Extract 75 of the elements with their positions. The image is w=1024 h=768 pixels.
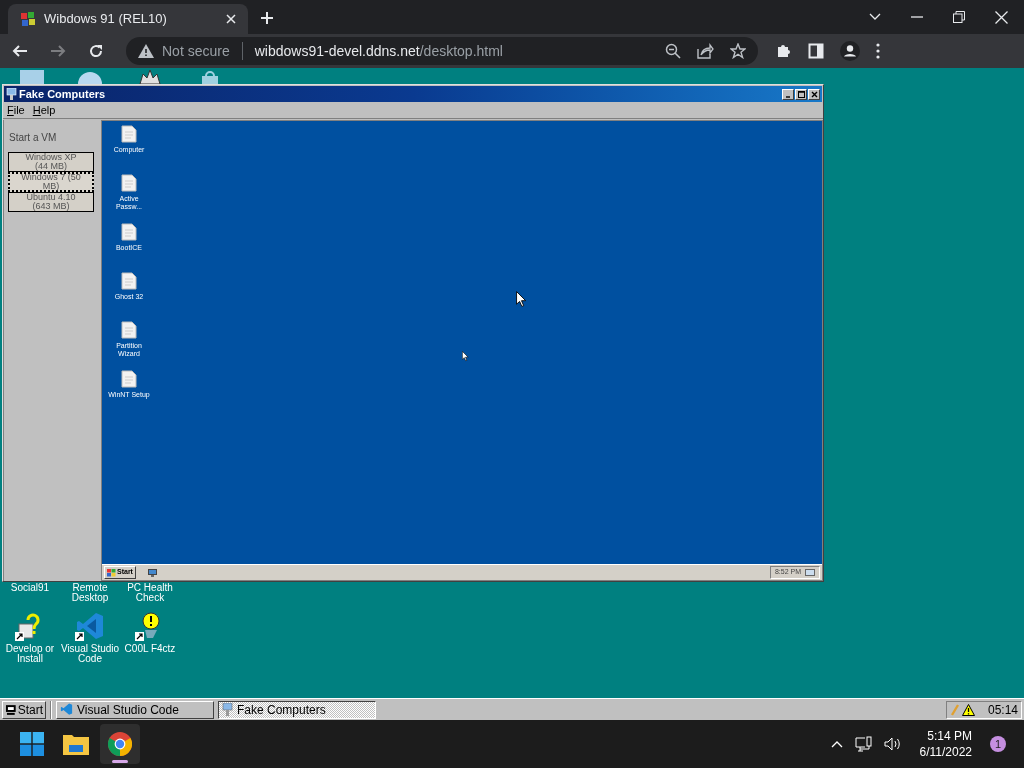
- icon-label[interactable]: Remote Desktop: [60, 583, 120, 603]
- puzzle-icon[interactable]: [776, 43, 792, 59]
- browser-icon: [108, 732, 132, 756]
- security-label: Not secure: [162, 41, 230, 61]
- clock-text: 05:14: [987, 701, 1018, 719]
- mouse-pointer-icon: [516, 291, 527, 308]
- vm-button[interactable]: Ubuntu 4.10 (643 MB): [8, 192, 94, 212]
- close-button[interactable]: [808, 88, 820, 100]
- computer-icon: [222, 703, 233, 716]
- maximize-button[interactable]: [795, 88, 807, 100]
- restore-icon[interactable]: [953, 11, 965, 23]
- menu-item[interactable]: File: [7, 101, 25, 119]
- profile-icon[interactable]: [840, 41, 860, 61]
- side-panel-icon[interactable]: [808, 43, 824, 59]
- desktop-shortcut[interactable]: Develop or Install: [0, 612, 60, 664]
- clock-text[interactable]: 5:14 PM 6/11/2022: [919, 728, 972, 760]
- code-editor-icon: [75, 612, 105, 642]
- chevron-down-icon[interactable]: [869, 13, 881, 21]
- windows-flag-icon: [107, 568, 116, 577]
- warning-icon: [138, 44, 154, 58]
- taskbar-app[interactable]: [100, 724, 140, 764]
- back-icon[interactable]: [12, 43, 28, 59]
- icon-label[interactable]: Social91: [0, 583, 60, 593]
- document-icon: [121, 223, 137, 241]
- desktop-icon[interactable]: [136, 70, 164, 84]
- warning-icon: [962, 703, 975, 716]
- document-icon: [121, 125, 137, 143]
- document-icon: [121, 370, 137, 388]
- desktop-shortcut[interactable]: Visual Studio Code: [60, 612, 120, 664]
- close-icon[interactable]: [995, 10, 1008, 24]
- document-icon: [121, 321, 137, 339]
- code-editor-icon: [60, 703, 73, 716]
- taskbar-button[interactable]: Visual Studio Code: [56, 700, 214, 719]
- tab-title: Wibdows 91 (REL10): [44, 10, 168, 29]
- menu-icon[interactable]: [876, 43, 880, 59]
- address-bar[interactable]: Not secure wibdows91-devel.ddns.net/desktop.html: [126, 37, 758, 65]
- network-icon[interactable]: [854, 736, 872, 752]
- monitor-icon: [805, 568, 815, 577]
- plus-icon[interactable]: [260, 11, 274, 25]
- volume-icon[interactable]: [883, 737, 902, 751]
- close-icon[interactable]: [226, 14, 236, 24]
- window-title: Fake Computers: [19, 88, 106, 100]
- url-text: wibdows91-devel.ddns.net/desktop.html: [254, 41, 503, 61]
- icon-label: C00L F4ctz: [124, 644, 176, 654]
- maximize-icon: [797, 90, 805, 98]
- zoom-out-icon[interactable]: [665, 43, 681, 59]
- plug-icon: [950, 703, 960, 716]
- star-icon[interactable]: [730, 43, 746, 59]
- windows-logo-icon: [20, 732, 44, 756]
- start-button[interactable]: Start: [2, 700, 46, 719]
- icon-label: Develop or Install: [4, 644, 56, 664]
- active-indicator: [112, 760, 128, 763]
- sidebar-heading: Start a VM: [9, 131, 58, 145]
- share-icon[interactable]: [697, 43, 714, 59]
- taskbar-button[interactable]: Fake Computers: [218, 700, 376, 719]
- notification-badge[interactable]: 1: [990, 736, 1006, 752]
- favicon-icon: [20, 11, 36, 27]
- monitor-icon[interactable]: [147, 568, 157, 577]
- browser-tab[interactable]: Wibdows 91 (REL10): [8, 4, 248, 34]
- computer-icon: [6, 88, 17, 100]
- reload-icon[interactable]: [88, 43, 104, 59]
- vm-button[interactable]: Windows XP (44 MB): [8, 152, 94, 172]
- mouse-pointer-icon: [462, 351, 469, 362]
- icon-label[interactable]: PC Health Check: [120, 583, 180, 603]
- desktop-shortcut[interactable]: C00L F4ctz: [120, 612, 180, 654]
- minimize-button[interactable]: [782, 88, 794, 100]
- icon-label: Visual Studio Code: [60, 644, 120, 664]
- close-icon: [810, 90, 818, 98]
- document-icon: [121, 174, 137, 192]
- folder-icon: [63, 733, 89, 755]
- chevron-up-icon[interactable]: [830, 740, 843, 748]
- document-icon: [121, 272, 137, 290]
- computer-icon: [5, 703, 17, 716]
- vm-button[interactable]: Windows 7 (50 MB): [8, 172, 94, 192]
- menu-item[interactable]: Help: [32, 101, 56, 119]
